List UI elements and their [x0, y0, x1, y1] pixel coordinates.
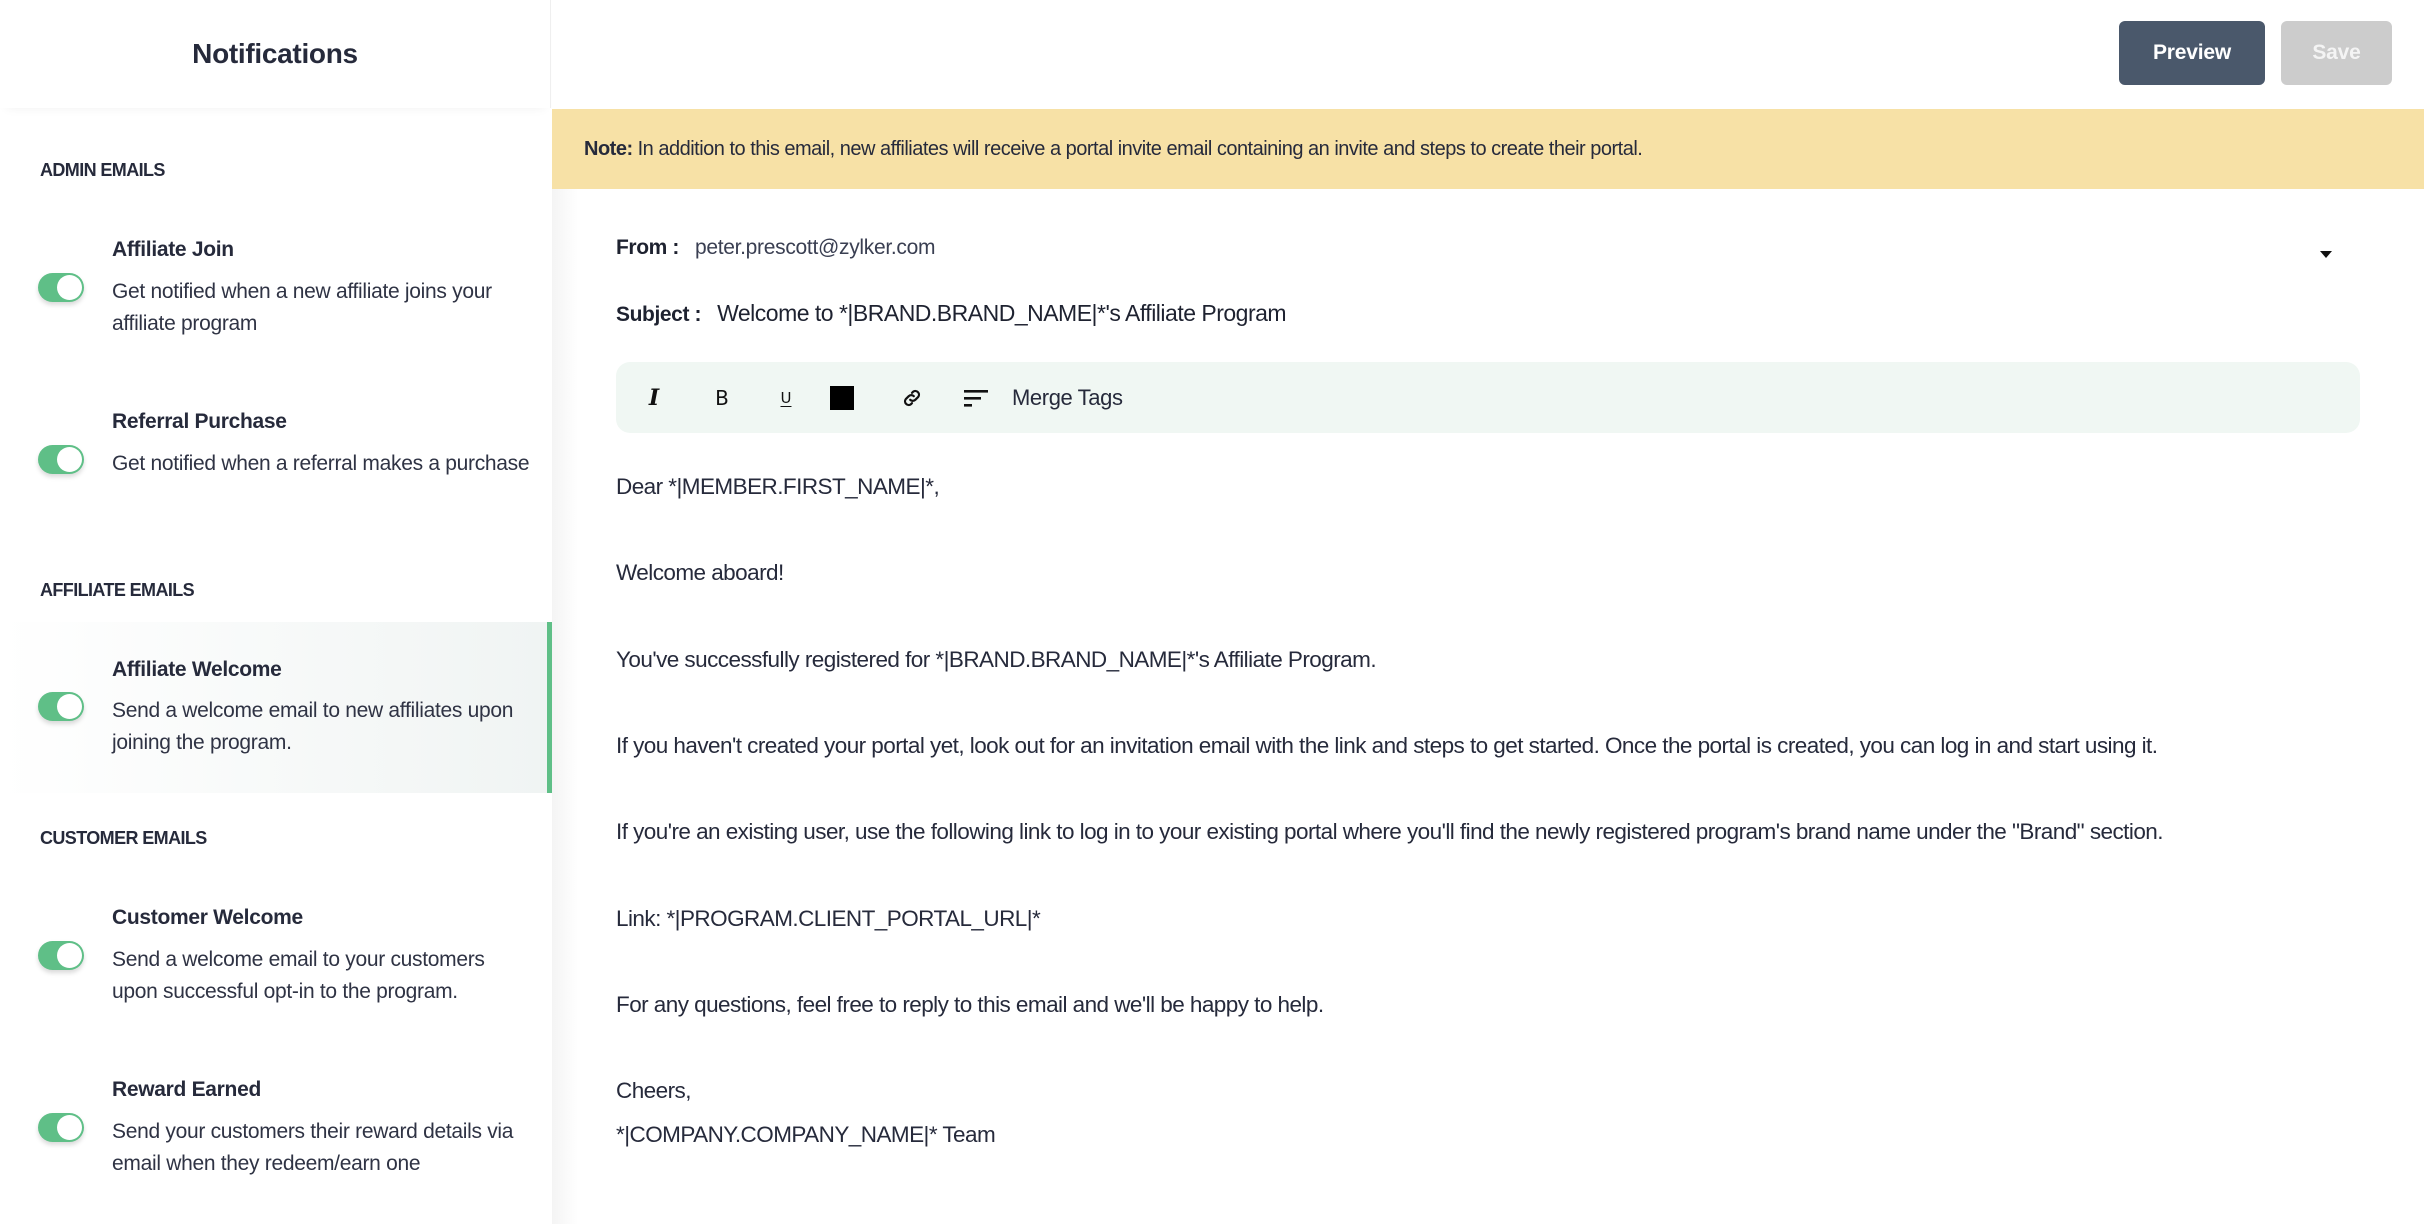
note-banner: Note: In addition to this email, new aff…	[552, 109, 2424, 189]
toggle-knob	[57, 943, 82, 968]
toggle-affiliate-join[interactable]	[38, 273, 84, 302]
toggle-knob	[57, 694, 82, 719]
notifications-sidebar: Notifications ADMIN EMAILS Affiliate Joi…	[0, 0, 552, 1224]
nav-item-affiliate-welcome[interactable]: Affiliate Welcome Send a welcome email t…	[0, 622, 552, 793]
save-button[interactable]: Save	[2281, 21, 2392, 85]
item-description: Get notified when a new affiliate joins …	[112, 280, 492, 335]
email-editor-panel: Preview Save Note: In addition to this e…	[552, 0, 2424, 1224]
sidebar-title: Notifications	[192, 38, 358, 69]
section-heading-customer-emails: CUSTOMER EMAILS	[40, 828, 207, 848]
editor-topbar: Preview Save	[552, 0, 2424, 109]
item-title: Affiliate Join	[112, 238, 234, 261]
subject-label: Subject :	[616, 303, 702, 326]
align-left-icon	[964, 390, 988, 407]
italic-button[interactable]: I	[636, 380, 672, 416]
subject-field[interactable]: Subject : Welcome to *|BRAND.BRAND_NAME|…	[616, 300, 1287, 327]
nav-item-affiliate-join[interactable]: Affiliate Join Get notified when a new a…	[0, 220, 552, 370]
item-title: Affiliate Welcome	[112, 658, 282, 681]
preview-button[interactable]: Preview	[2119, 21, 2265, 85]
note-label: Note:	[584, 137, 633, 160]
bold-button[interactable]: B	[704, 380, 740, 416]
toggle-affiliate-welcome[interactable]	[38, 692, 84, 721]
body-line: Cheers,	[616, 1078, 691, 1103]
note-text: In addition to this email, new affiliate…	[637, 137, 1643, 160]
toggle-knob	[57, 275, 82, 300]
item-description: Get notified when a referral makes a pur…	[112, 452, 530, 475]
section-heading-affiliate-emails: AFFILIATE EMAILS	[40, 580, 195, 600]
from-dropdown-toggle[interactable]	[2314, 245, 2338, 263]
link-icon	[903, 389, 921, 407]
item-description: Send a welcome email to your customers u…	[112, 948, 485, 1003]
item-title: Referral Purchase	[112, 410, 287, 433]
item-title: Customer Welcome	[112, 906, 303, 929]
nav-item-customer-welcome[interactable]: Customer Welcome Send a welcome email to…	[0, 888, 552, 1038]
nav-item-referral-purchase[interactable]: Referral Purchase Get notified when a re…	[0, 392, 552, 542]
editor-toolbar: I B U Merge Tags	[616, 362, 2360, 433]
text-color-button[interactable]	[824, 380, 860, 416]
body-line: *|COMPANY.COMPANY_NAME|* Team	[616, 1122, 996, 1147]
color-swatch-icon	[830, 386, 854, 410]
toggle-customer-welcome[interactable]	[38, 941, 84, 970]
insert-link-button[interactable]	[894, 380, 930, 416]
from-select-value[interactable]: peter.prescott@zylker.com	[695, 236, 936, 260]
item-description: Send a welcome email to new affiliates u…	[112, 699, 514, 754]
toggle-reward-earned[interactable]	[38, 1113, 84, 1142]
nav-item-reward-earned[interactable]: Reward Earned Send your customers their …	[0, 1060, 552, 1210]
caret-down-icon	[2320, 250, 2332, 258]
from-field[interactable]: From : peter.prescott@zylker.com	[616, 236, 935, 260]
body-line: Link: *|PROGRAM.CLIENT_PORTAL_URL|*	[616, 906, 1041, 931]
from-label: From :	[616, 236, 679, 259]
body-line: Dear *|MEMBER.FIRST_NAME|*,	[616, 474, 940, 499]
divider-shadow	[552, 188, 578, 1224]
body-line: You've successfully registered for *|BRA…	[616, 647, 1377, 672]
body-line: If you're an existing user, use the foll…	[616, 819, 2164, 844]
align-button[interactable]	[958, 380, 994, 416]
sidebar-header: Notifications	[0, 0, 551, 108]
subject-input[interactable]: Welcome to *|BRAND.BRAND_NAME|*'s Affili…	[717, 300, 1287, 327]
body-line: If you haven't created your portal yet, …	[616, 733, 2158, 758]
body-line: Welcome aboard!	[616, 560, 784, 585]
toggle-knob	[57, 447, 82, 472]
item-title: Reward Earned	[112, 1078, 261, 1101]
merge-tags-button[interactable]: Merge Tags	[1012, 380, 1123, 416]
underline-button[interactable]: U	[768, 380, 804, 416]
item-description: Send your customers their reward details…	[112, 1120, 514, 1175]
section-heading-admin-emails: ADMIN EMAILS	[40, 160, 165, 180]
toggle-referral-purchase[interactable]	[38, 445, 84, 474]
body-line: For any questions, feel free to reply to…	[616, 992, 1324, 1017]
toggle-knob	[57, 1115, 82, 1140]
